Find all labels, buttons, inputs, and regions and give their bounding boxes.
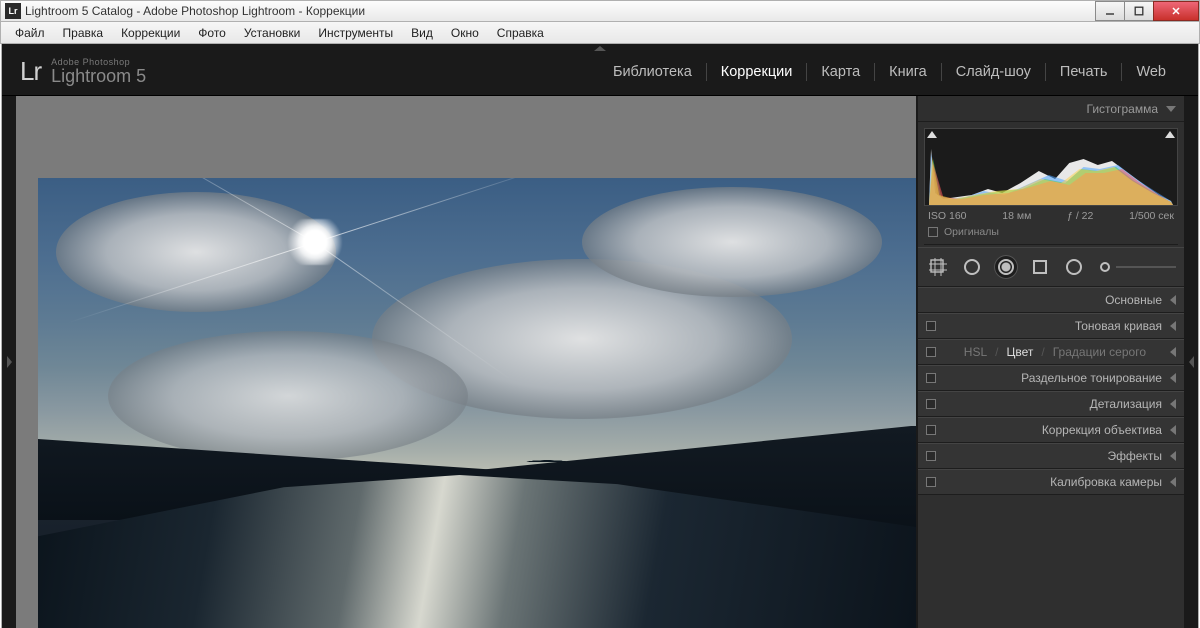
brand-lr-icon: Lr [20,56,41,87]
originals-checkbox-icon[interactable] [928,227,938,237]
panel-label: Тоновая кривая [1075,319,1162,333]
panel-label: Основные [1105,293,1162,307]
chevron-left-icon [1170,425,1176,435]
histogram-meta: ISO 160 18 мм ƒ / 22 1/500 сек [924,206,1178,222]
histogram[interactable] [924,128,1178,206]
window-title: Lightroom 5 Catalog - Adobe Photoshop Li… [25,4,1096,18]
module-печать[interactable]: Печать [1046,64,1122,80]
panel-toggle-icon[interactable] [926,425,936,435]
panel-эффекты[interactable]: Эффекты [918,443,1184,469]
brand-text: Adobe Photoshop Lightroom 5 [51,58,146,85]
chevron-left-icon [1170,477,1176,487]
panel-label: Коррекция объектива [1042,423,1162,437]
graduated-filter-tool[interactable] [1028,255,1052,279]
panel-toggle-icon[interactable] [926,451,936,461]
module-коррекции[interactable]: Коррекции [707,64,807,80]
chevron-down-icon [1166,106,1176,112]
chevron-left-icon [1170,321,1176,331]
panel-раздельное-тонирование[interactable]: Раздельное тонирование [918,365,1184,391]
chevron-left-icon [1170,399,1176,409]
chevron-left-icon [1170,295,1176,305]
panel-тоновая-кривая[interactable]: Тоновая кривая [918,313,1184,339]
workspace: Гистограмма ISO 160 [2,96,1198,628]
menu-вид[interactable]: Вид [403,24,441,42]
menu-справка[interactable]: Справка [489,24,552,42]
menu-файл[interactable]: Файл [7,24,53,42]
photo-preview [38,178,916,628]
chevron-left-icon [1170,451,1176,461]
right-panel-collapse[interactable] [1184,96,1198,628]
app-body: Lr Adobe Photoshop Lightroom 5 Библиотек… [1,44,1199,628]
menu-правка[interactable]: Правка [55,24,112,42]
histogram-header[interactable]: Гистограмма [918,96,1184,122]
panel-toggle-icon[interactable] [926,399,936,409]
panel-коррекция-объектива[interactable]: Коррекция объектива [918,417,1184,443]
spot-removal-tool[interactable] [960,255,984,279]
hsl-tab-color[interactable]: Цвет [1006,345,1033,359]
panel-toggle-icon[interactable] [926,347,936,357]
panel-детализация[interactable]: Детализация [918,391,1184,417]
meta-iso: ISO 160 [928,210,967,222]
develop-toolstrip [918,247,1184,287]
minimize-button[interactable] [1095,1,1125,21]
top-panel-collapse[interactable] [2,44,1198,52]
close-button[interactable] [1153,1,1199,21]
maximize-button[interactable] [1124,1,1154,21]
redeye-tool[interactable] [994,255,1018,279]
panel-toggle-icon[interactable] [926,373,936,383]
module-книга[interactable]: Книга [875,64,941,80]
left-panel-collapse[interactable] [2,96,16,628]
module-web[interactable]: Web [1122,64,1180,80]
highlight-clipping-icon[interactable] [1165,131,1175,138]
module-picker: БиблиотекаКоррекцииКартаКнигаСлайд-шоуПе… [599,63,1180,81]
brand-big: Lightroom 5 [51,67,146,85]
originals-label: Оригиналы [944,226,999,238]
develop-right-panel: Гистограмма ISO 160 [916,96,1184,628]
panel-label: Раздельное тонирование [1021,371,1162,385]
window-titlebar: Lr Lightroom 5 Catalog - Adobe Photoshop… [0,0,1200,22]
histogram-originals-row[interactable]: Оригиналы [924,222,1178,245]
meta-focal: 18 мм [1002,210,1031,222]
histogram-header-label: Гистограмма [1087,102,1158,116]
meta-aperture: ƒ / 22 [1067,210,1093,222]
crop-tool[interactable] [926,255,950,279]
panel-hsl[interactable]: HSL/Цвет/Градации серого [918,339,1184,365]
histogram-panel: ISO 160 18 мм ƒ / 22 1/500 сек Оригиналы [918,122,1184,247]
module-карта[interactable]: Карта [807,64,874,80]
shadow-clipping-icon[interactable] [927,131,937,138]
menubar: ФайлПравкаКоррекцииФотоУстановкиИнструме… [0,22,1200,44]
menu-окно[interactable]: Окно [443,24,487,42]
chevron-right-icon [7,356,12,368]
module-слайд-шоу[interactable]: Слайд-шоу [942,64,1045,80]
chevron-left-icon [1170,347,1176,357]
panel-label: Калибровка камеры [1050,475,1162,489]
meta-shutter: 1/500 сек [1129,210,1174,222]
panel-toggle-icon[interactable] [926,321,936,331]
chevron-left-icon [1170,373,1176,383]
module-header: Lr Adobe Photoshop Lightroom 5 Библиотек… [2,52,1198,96]
menu-установки[interactable]: Установки [236,24,308,42]
module-библиотека[interactable]: Библиотека [599,64,706,80]
panel-label: Детализация [1090,397,1162,411]
app-icon: Lr [5,3,21,19]
chevron-up-icon [594,46,606,51]
brush-size-slider[interactable] [1100,262,1176,272]
image-canvas[interactable] [16,96,916,628]
menu-фото[interactable]: Фото [190,24,234,42]
panel-toggle-icon[interactable] [926,477,936,487]
hsl-tab-hsl[interactable]: HSL [964,345,987,359]
panel-калибровка-камеры[interactable]: Калибровка камеры [918,469,1184,495]
menu-инструменты[interactable]: Инструменты [310,24,401,42]
radial-filter-tool[interactable] [1062,255,1086,279]
slider-knob-icon [1100,262,1110,272]
panel-основные[interactable]: Основные [918,287,1184,313]
panel-label: Эффекты [1107,449,1162,463]
chevron-left-icon [1189,356,1194,368]
hsl-tab-bw[interactable]: Градации серого [1053,345,1146,359]
menu-коррекции[interactable]: Коррекции [113,24,188,42]
